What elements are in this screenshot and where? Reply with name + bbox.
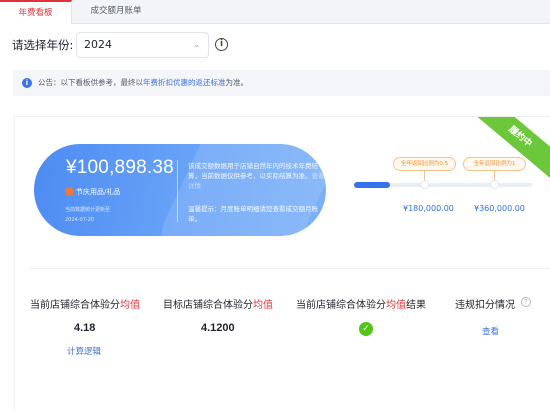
update-date: 2024-07-20 [65, 217, 95, 223]
update-label: 当前数据统计更新至 [65, 207, 111, 213]
main-content: 请选择年份: 2024 ⌄ i i 公告：以下看板供参考，最终以年费折扣优惠的返… [0, 24, 550, 411]
tier-badge-1: 全年返回比例为0.5 [393, 157, 456, 171]
tier-badge-2: 全年返回比例为1 [463, 157, 526, 171]
tab-monthly-bill[interactable]: 成交额月账单 [84, 0, 148, 24]
notice-suffix: 为准。 [225, 78, 249, 87]
category-icon [65, 187, 74, 196]
info-icon[interactable]: i [215, 38, 228, 51]
metric-label-text: 当前店铺综合体验分 [296, 300, 386, 311]
tier-progress-bar [354, 180, 544, 189]
tab-annual-fee-board[interactable]: 年费看板 [0, 0, 72, 24]
update-info: 当前数据统计更新至 2024-07-20 [65, 205, 110, 225]
metric-target-avg-label: 目标店铺综合体验分均值 [163, 296, 273, 311]
status-ribbon: 履约中 [466, 117, 550, 185]
metric-label-text: 当前店铺综合体验分 [30, 300, 120, 311]
card-tip: 温馨提示：月度账单明细请您查看成交额月账单。 [188, 205, 318, 223]
metric-label-highlight: 均值 [120, 300, 140, 311]
view-violations-link[interactable]: 查看 [482, 325, 499, 337]
card-note-text: 该成交额数据用于店铺自然年内的技术年费结算，当前数据仅供参考，以实际结算为准。 [188, 162, 318, 180]
category-label: 节庆用品/礼品 [76, 188, 121, 196]
chevron-down-icon: ⌄ [193, 40, 200, 49]
tier-node-1 [420, 180, 429, 189]
metric-result-label: 当前店铺综合体验分均值结果 [296, 296, 426, 311]
notice-bar: i 公告：以下看板供参考，最终以年费折扣优惠的返还标准为准。 [13, 70, 550, 96]
year-select-value: 2024 [84, 38, 112, 51]
card-divider [177, 160, 178, 222]
metric-current-avg-value: 4.18 [74, 322, 96, 334]
metric-label-suffix: 结果 [406, 300, 426, 311]
metric-current-avg-label: 当前店铺综合体验分均值 [30, 296, 140, 311]
notice-prefix: 公告：以下看板供参考，最终以 [38, 78, 143, 87]
card-note: 该成交额数据用于店铺自然年内的技术年费结算，当前数据仅供参考，以实际结算为准。查… [188, 161, 326, 191]
section-divider [29, 268, 550, 269]
check-circle-icon: ✓ [359, 322, 373, 336]
category-tag: 节庆用品/礼品 [65, 187, 120, 197]
turnover-summary-card: ¥100,898.38 节庆用品/礼品 当前数据统计更新至 2024-07-20… [34, 144, 326, 236]
tab-bar: 年费看板 成交额月账单 [0, 0, 550, 24]
tier-node-2 [490, 180, 499, 189]
annual-fee-panel: 履约中 ¥100,898.38 节庆用品/礼品 当前数据统计更新至 2024-0… [14, 116, 550, 411]
tier-amount-2: ¥360,000.00 [474, 204, 525, 213]
calc-logic-link[interactable]: 计算逻辑 [67, 345, 101, 357]
notice-info-icon: i [22, 78, 32, 88]
tier-amount-1: ¥180,000.00 [403, 204, 454, 213]
turnover-amount: ¥100,898.38 [66, 157, 174, 178]
year-select[interactable]: 2024 ⌄ [76, 32, 209, 58]
notice-highlight-link[interactable]: 年费折扣优惠的返还标准 [143, 78, 226, 87]
progress-fill [354, 182, 390, 188]
help-icon[interactable]: ? [521, 297, 531, 307]
metric-label-text: 目标店铺综合体验分 [163, 300, 253, 311]
year-filter-label: 请选择年份: [12, 38, 74, 52]
metric-target-avg-value: 4.1200 [201, 322, 235, 334]
metric-label-highlight: 均值 [386, 300, 406, 311]
metric-violation-label: 违规扣分情况 [455, 300, 515, 311]
metric-label-highlight: 均值 [253, 300, 273, 311]
